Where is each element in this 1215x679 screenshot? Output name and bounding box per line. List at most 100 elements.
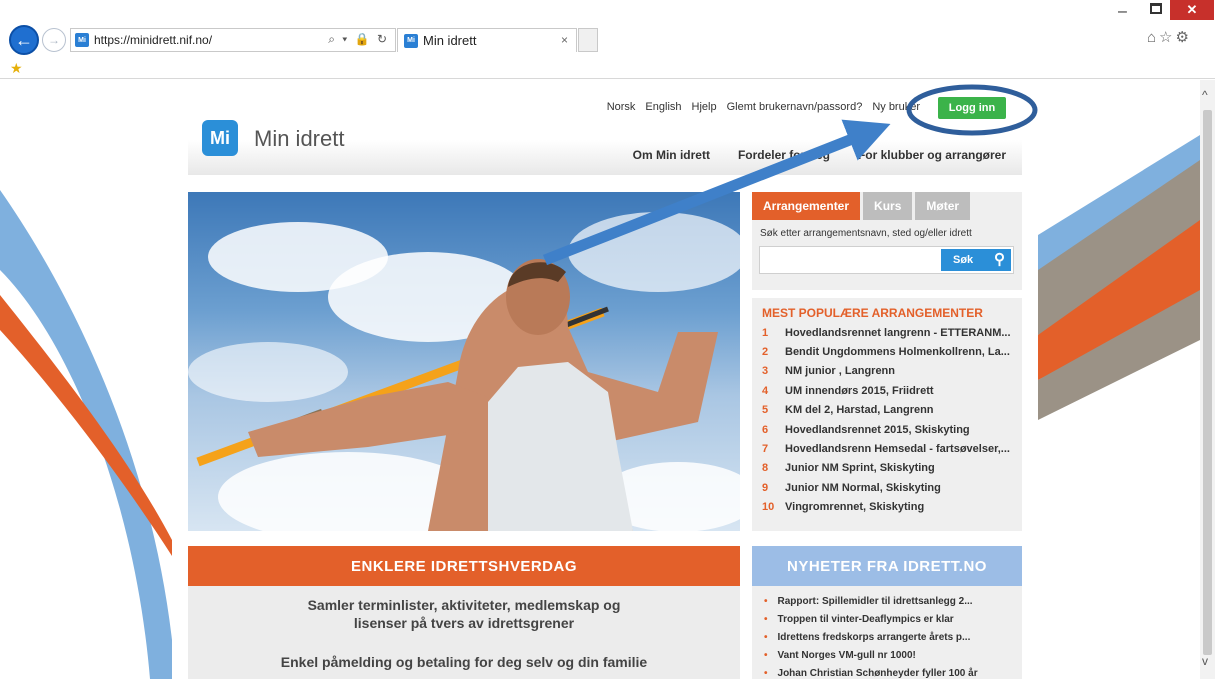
bullet-icon: •	[764, 595, 768, 607]
link-hjelp[interactable]: Hjelp	[692, 101, 717, 113]
search-input[interactable]: Søk ⚲	[759, 246, 1014, 274]
popular-item-label[interactable]: Hovedlandsrennet 2015, Skiskyting	[785, 424, 970, 436]
search-label: Søk etter arrangementsnavn, sted og/elle…	[760, 228, 972, 239]
site-favicon-icon: Mi	[75, 33, 89, 47]
tab-arrangementer[interactable]: Arrangementer	[752, 192, 861, 220]
tab-moter[interactable]: Møter	[915, 192, 971, 220]
news-item-label[interactable]: Vant Norges VM-gull nr 1000!	[778, 650, 916, 661]
enklere-line-3: Enkel påmelding og betaling for deg selv…	[280, 654, 648, 670]
news-item[interactable]: • Johan Christian Schønheyder fyller 100 …	[764, 664, 1010, 679]
link-english[interactable]: English	[645, 101, 681, 113]
news-list: • Rapport: Spillemidler til idrettsanlegg…	[752, 586, 1022, 679]
popular-item-number: 5	[762, 404, 769, 417]
popular-item-number: 9	[762, 481, 769, 494]
scroll-thumb[interactable]	[1203, 110, 1212, 655]
popular-title: MEST POPULÆRE ARRANGEMENTER	[762, 306, 983, 320]
link-norsk[interactable]: Norsk	[607, 101, 636, 113]
enklere-line-1: Samler terminlister, aktiviteter, medlem…	[307, 597, 621, 613]
popular-item-number: 2	[762, 346, 769, 359]
enklere-body: Samler terminlister, aktiviteter, medlem…	[188, 586, 740, 679]
url-text[interactable]: https://minidrett.nif.no/	[94, 33, 212, 47]
news-item-label[interactable]: Johan Christian Schønheyder fyller 100 å…	[778, 668, 978, 679]
new-tab-button[interactable]	[578, 28, 598, 52]
popular-item-number: 8	[762, 462, 769, 475]
tab-close-icon[interactable]: ×	[561, 33, 568, 47]
tab-kurs[interactable]: Kurs	[863, 192, 913, 220]
search-button-label: Søk	[953, 254, 974, 266]
news-item-label[interactable]: Troppen til vinter-Deaflympics er klar	[778, 614, 954, 625]
popular-item[interactable]: 10 Vingromrennet, Skiskyting	[762, 498, 1012, 517]
news-item[interactable]: • Rapport: Spillemidler til idrettsanlegg…	[764, 592, 1010, 610]
link-forgot-password[interactable]: Glemt brukernavn/passord?	[727, 101, 863, 113]
popular-item-label[interactable]: Bendit Ungdommens Holmenkollrenn, La...	[785, 346, 1010, 358]
scroll-up-icon[interactable]: ^	[1202, 88, 1208, 102]
news-item-label[interactable]: Rapport: Spillemidler til idrettsanlegg …	[778, 596, 973, 607]
popular-item[interactable]: 2 Bendit Ungdommens Holmenkollrenn, La...	[762, 342, 1012, 361]
search-button[interactable]: Søk ⚲	[941, 249, 1011, 271]
popular-item-label[interactable]: Vingromrennet, Skiskyting	[785, 501, 924, 513]
main-nav: Om Min idrett Fordeler for deg For klubb…	[633, 148, 1006, 162]
back-arrow-icon[interactable]: ←	[9, 25, 39, 55]
home-star-gear-icons[interactable]: ⌂☆⚙	[1147, 28, 1192, 46]
popular-item-number: 1	[762, 326, 769, 339]
logo-text[interactable]: Min idrett	[254, 126, 344, 152]
nav-fordeler[interactable]: Fordeler for deg	[738, 148, 830, 162]
bullet-icon: •	[764, 613, 768, 625]
popular-item[interactable]: 9 Junior NM Normal, Skiskyting	[762, 478, 1012, 497]
news-item-label[interactable]: Idrettens fredskorps arrangerte årets p.…	[778, 632, 971, 643]
popular-item-label[interactable]: Junior NM Sprint, Skiskyting	[785, 462, 935, 474]
popular-item[interactable]: 3 NM junior , Langrenn	[762, 362, 1012, 381]
nav-klubber[interactable]: For klubber og arrangører	[858, 148, 1006, 162]
popular-list: 1 Hovedlandsrennet langrenn - ETTERANM...…	[762, 323, 1012, 517]
popular-item-number: 3	[762, 365, 769, 378]
popular-item-label[interactable]: KM del 2, Harstad, Langrenn	[785, 404, 934, 416]
popular-item-label[interactable]: Hovedlandsrennet langrenn - ETTERANM...	[785, 327, 1011, 339]
popular-item[interactable]: 4 UM innendørs 2015, Friidrett	[762, 381, 1012, 400]
address-tools-icons[interactable]: ⌕ ▾ 🔒 ↻	[328, 32, 389, 47]
popular-item[interactable]: 1 Hovedlandsrennet langrenn - ETTERANM...	[762, 323, 1012, 342]
popular-item[interactable]: 5 KM del 2, Harstad, Langrenn	[762, 401, 1012, 420]
popular-item[interactable]: 6 Hovedlandsrennet 2015, Skiskyting	[762, 420, 1012, 439]
page-viewport: Norsk English Hjelp Glemt brukernavn/pas…	[0, 80, 1200, 679]
popular-item-number: 4	[762, 384, 769, 397]
popular-item-number: 6	[762, 423, 769, 436]
page-content: Norsk English Hjelp Glemt brukernavn/pas…	[172, 80, 1038, 679]
popular-item-label[interactable]: Hovedlandsrenn Hemsedal - fartsøvelser,.…	[785, 443, 1010, 455]
address-bar[interactable]: Mi https://minidrett.nif.no/ ⌕ ▾ 🔒 ↻	[70, 28, 396, 52]
enklere-heading: ENKLERE IDRETTSHVERDAG	[188, 546, 740, 586]
top-links: Norsk English Hjelp Glemt brukernavn/pas…	[607, 101, 920, 113]
search-panel: Arrangementer Kurs Møter Søk etter arran…	[752, 192, 1022, 290]
news-item[interactable]: • Troppen til vinter-Deaflympics er klar	[764, 610, 1010, 628]
popular-item[interactable]: 8 Junior NM Sprint, Skiskyting	[762, 459, 1012, 478]
popular-item-label[interactable]: NM junior , Langrenn	[785, 365, 895, 377]
bullet-icon: •	[764, 667, 768, 679]
window-close-icon[interactable]: ✕	[1170, 0, 1214, 20]
popular-item-number: 7	[762, 443, 769, 456]
bullet-icon: •	[764, 649, 768, 661]
javelin-athlete-illustration	[196, 259, 718, 531]
search-tabs: Arrangementer Kurs Møter	[752, 192, 1022, 220]
minimize-icon[interactable]: –	[1118, 3, 1127, 21]
favorites-star-icon[interactable]: ★	[10, 60, 23, 77]
scroll-down-icon[interactable]: v	[1202, 654, 1208, 668]
browser-tab[interactable]: Mi Min idrett ×	[397, 28, 577, 52]
news-item[interactable]: • Idrettens fredskorps arrangerte årets p…	[764, 628, 1010, 646]
popular-item-number: 10	[762, 501, 775, 514]
enklere-line-2: lisenser på tvers av idrettsgrener	[353, 615, 575, 631]
popular-item[interactable]: 7 Hovedlandsrenn Hemsedal - fartsøvelser,…	[762, 439, 1012, 458]
bullet-icon: •	[764, 631, 768, 643]
search-icon: ⚲	[994, 251, 1005, 268]
login-button[interactable]: Logg inn	[938, 97, 1006, 119]
news-item[interactable]: • Vant Norges VM-gull nr 1000!	[764, 646, 1010, 664]
popular-events: MEST POPULÆRE ARRANGEMENTER 1 Hovedlandsr…	[752, 298, 1022, 531]
nav-om-min-idrett[interactable]: Om Min idrett	[633, 148, 710, 162]
maximize-icon[interactable]	[1150, 3, 1162, 14]
page-scrollbar[interactable]: ^ v	[1200, 80, 1215, 679]
link-new-user[interactable]: Ny bruker	[872, 101, 920, 113]
logo-mark[interactable]: Mi	[202, 120, 238, 156]
news-heading: NYHETER FRA IDRETT.NO	[752, 546, 1022, 586]
popular-item-label[interactable]: UM innendørs 2015, Friidrett	[785, 385, 934, 397]
popular-item-label[interactable]: Junior NM Normal, Skiskyting	[785, 482, 941, 494]
browser-chrome: ← → Mi https://minidrett.nif.no/ ⌕ ▾ 🔒 ↻…	[0, 0, 1215, 80]
forward-arrow-icon[interactable]: →	[42, 28, 66, 52]
